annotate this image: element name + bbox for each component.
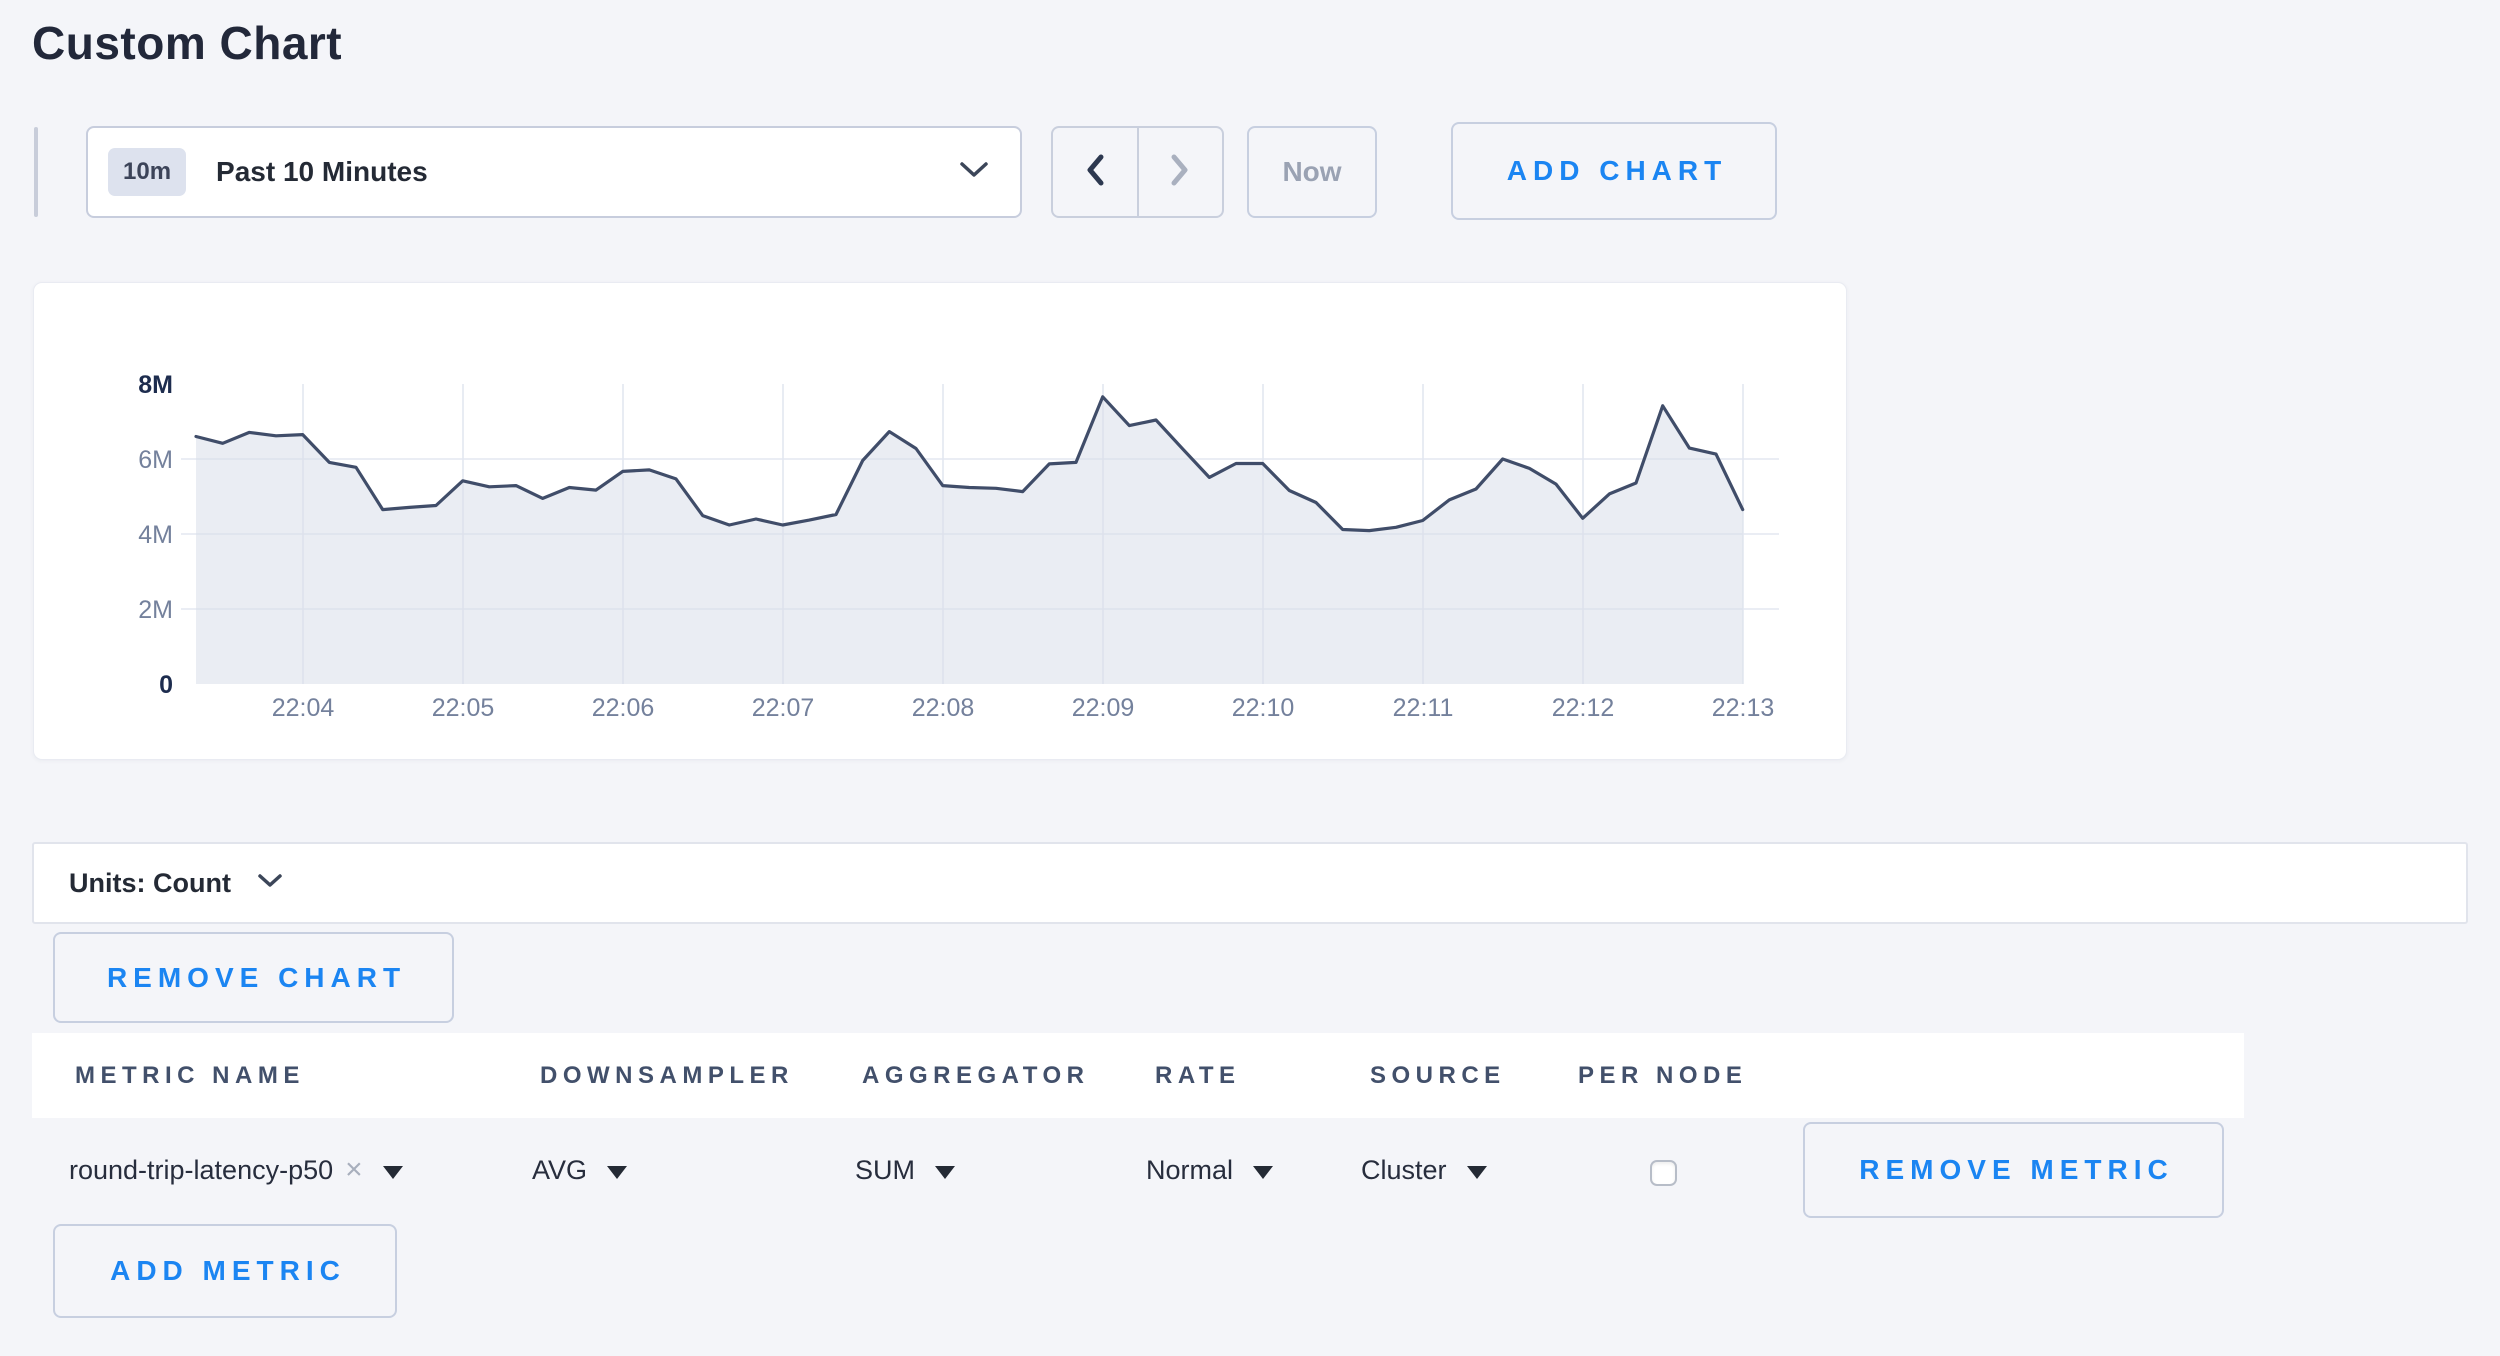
metric-name-value: round-trip-latency-p50 (69, 1155, 333, 1186)
svg-text:22:04: 22:04 (272, 694, 335, 722)
svg-text:22:09: 22:09 (1072, 694, 1135, 722)
time-range-label: Past 10 Minutes (216, 156, 428, 188)
timeseries-chart[interactable]: 22:04 22:05 22:06 22:07 22:08 22:09 22:10 22:11… (34, 283, 1848, 761)
next-timespan-button[interactable] (1139, 128, 1223, 216)
add-metric-button[interactable]: ADD METRIC (53, 1224, 397, 1318)
time-window-badge: 10m (108, 148, 186, 196)
svg-text:4M: 4M (138, 521, 173, 549)
svg-text:22:11: 22:11 (1393, 694, 1454, 722)
toolbar-accent-bar (34, 127, 38, 217)
remove-metric-button[interactable]: REMOVE METRIC (1803, 1122, 2224, 1218)
svg-text:22:08: 22:08 (912, 694, 975, 722)
svg-text:6M: 6M (138, 446, 173, 474)
per-node-checkbox[interactable] (1650, 1160, 1677, 1186)
svg-text:22:07: 22:07 (752, 694, 815, 722)
chevron-right-icon (1167, 152, 1193, 193)
svg-text:8M: 8M (138, 371, 173, 399)
svg-text:22:06: 22:06 (592, 694, 655, 722)
metric-name-select[interactable]: round-trip-latency-p50 × (69, 1146, 403, 1194)
time-pager (1051, 126, 1224, 218)
prev-timespan-button[interactable] (1053, 128, 1137, 216)
svg-text:22:12: 22:12 (1552, 694, 1615, 722)
svg-text:0: 0 (159, 671, 173, 699)
caret-down-icon (607, 1166, 627, 1179)
time-range-dropdown[interactable]: 10m Past 10 Minutes (86, 126, 1022, 218)
rate-select[interactable]: Normal (1146, 1146, 1273, 1194)
chevron-down-icon (958, 160, 990, 185)
source-value: Cluster (1361, 1155, 1447, 1186)
aggregator-select[interactable]: SUM (855, 1146, 955, 1194)
downsampler-value: AVG (532, 1155, 587, 1186)
remove-tag-icon[interactable]: × (345, 1155, 363, 1185)
remove-chart-button[interactable]: REMOVE CHART (53, 932, 454, 1023)
downsampler-select[interactable]: AVG (532, 1146, 627, 1194)
header-rate: RATE (1155, 1033, 1241, 1118)
page-title: Custom Chart (32, 16, 342, 70)
caret-down-icon (1253, 1166, 1273, 1179)
header-per-node: PER NODE (1578, 1033, 1747, 1118)
caret-down-icon (383, 1166, 403, 1179)
svg-text:22:05: 22:05 (432, 694, 495, 722)
add-chart-button[interactable]: ADD CHART (1451, 122, 1777, 220)
svg-text:22:13: 22:13 (1712, 694, 1775, 722)
header-downsampler: DOWNSAMPLER (540, 1033, 794, 1118)
header-source: SOURCE (1370, 1033, 1506, 1118)
header-aggregator: AGGREGATOR (862, 1033, 1089, 1118)
chevron-down-icon (257, 873, 283, 894)
custom-chart-page: { "page": { "title": "Custom Chart" }, "… (0, 0, 2500, 1356)
header-metric-name: METRIC NAME (75, 1033, 305, 1118)
caret-down-icon (1467, 1166, 1487, 1179)
svg-text:2M: 2M (138, 596, 173, 624)
now-button[interactable]: Now (1247, 126, 1377, 218)
units-label: Units: Count (69, 868, 231, 899)
source-select[interactable]: Cluster (1361, 1146, 1487, 1194)
units-dropdown[interactable]: Units: Count (32, 842, 2468, 924)
svg-text:22:10: 22:10 (1232, 694, 1295, 722)
metrics-table-header: METRIC NAME DOWNSAMPLER AGGREGATOR RATE … (32, 1033, 2244, 1118)
chevron-left-icon (1082, 152, 1108, 193)
caret-down-icon (935, 1166, 955, 1179)
chart-card: 22:04 22:05 22:06 22:07 22:08 22:09 22:10 22:11… (33, 282, 1847, 760)
rate-value: Normal (1146, 1155, 1233, 1186)
aggregator-value: SUM (855, 1155, 915, 1186)
